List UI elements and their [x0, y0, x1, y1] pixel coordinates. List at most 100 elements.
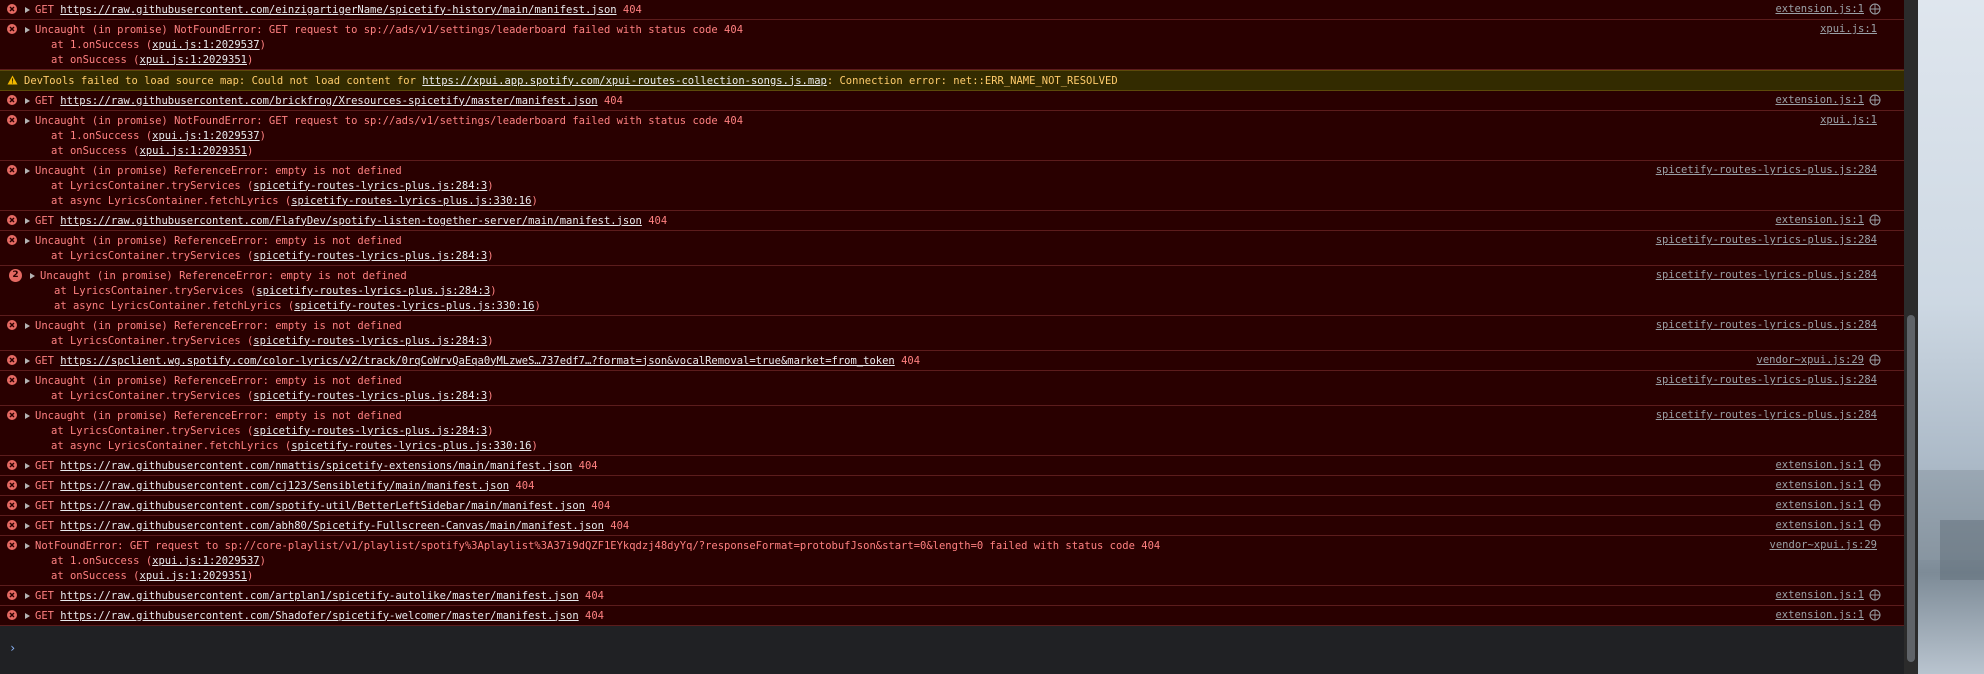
console-error-message[interactable]: GET https://raw.githubusercontent.com/Fl… — [0, 211, 1904, 231]
stack-frame-link[interactable]: spicetify-routes-lyrics-plus.js:284:3 — [256, 285, 490, 297]
console-error-message[interactable]: NotFoundError: GET request to sp://core-… — [0, 536, 1904, 586]
console-error-message[interactable]: GET https://raw.githubusercontent.com/ar… — [0, 586, 1904, 606]
expand-triangle-icon[interactable] — [25, 482, 30, 489]
source-location-link[interactable]: extension.js:1 — [1775, 458, 1864, 473]
source-location-link[interactable]: xpui.js:1 — [1820, 22, 1877, 37]
source-location-link[interactable]: spicetify-routes-lyrics-plus.js:284 — [1656, 318, 1877, 333]
request-url-link[interactable]: https://raw.githubusercontent.com/spotif… — [60, 500, 585, 512]
stack-frame-link[interactable]: xpui.js:1:2029351 — [140, 570, 247, 582]
stack-frame-link[interactable]: spicetify-routes-lyrics-plus.js:284:3 — [253, 250, 487, 262]
network-request-icon[interactable] — [1869, 589, 1881, 601]
request-url-link[interactable]: https://raw.githubusercontent.com/nmatti… — [60, 460, 572, 472]
console-scrollbar[interactable] — [1904, 0, 1918, 674]
console-error-message[interactable]: Uncaught (in promise) ReferenceError: em… — [0, 371, 1904, 406]
console-error-message[interactable]: GET https://raw.githubusercontent.com/br… — [0, 91, 1904, 111]
expand-triangle-icon[interactable] — [25, 502, 30, 509]
expand-triangle-icon[interactable] — [25, 167, 30, 174]
stack-frame-link[interactable]: xpui.js:1:2029537 — [152, 555, 259, 567]
expand-triangle-icon[interactable] — [25, 412, 30, 419]
console-error-message[interactable]: GET https://raw.githubusercontent.com/sp… — [0, 496, 1904, 516]
network-request-icon[interactable] — [1869, 459, 1881, 471]
stack-frame-link[interactable]: spicetify-routes-lyrics-plus.js:284:3 — [253, 180, 487, 192]
expand-triangle-icon[interactable] — [25, 542, 30, 549]
source-location-link[interactable]: vendor~xpui.js:29 — [1770, 538, 1877, 553]
stack-frame-link[interactable]: xpui.js:1:2029351 — [140, 145, 247, 157]
request-url-link[interactable]: https://raw.githubusercontent.com/abh80/… — [60, 520, 604, 532]
console-error-message[interactable]: 2 Uncaught (in promise) ReferenceError: e… — [0, 266, 1904, 316]
expand-triangle-icon[interactable] — [25, 6, 30, 13]
console-error-message[interactable]: GET https://raw.githubusercontent.com/ab… — [0, 516, 1904, 536]
expand-triangle-icon[interactable] — [25, 462, 30, 469]
console-error-message[interactable]: Uncaught (in promise) ReferenceError: em… — [0, 406, 1904, 456]
stack-frame-link[interactable]: xpui.js:1:2029351 — [140, 54, 247, 66]
console-error-message[interactable]: Uncaught (in promise) ReferenceError: em… — [0, 316, 1904, 351]
expand-triangle-icon[interactable] — [25, 357, 30, 364]
request-url-link[interactable]: https://raw.githubusercontent.com/brickf… — [60, 95, 597, 107]
stack-frame-link[interactable]: spicetify-routes-lyrics-plus.js:284:3 — [253, 425, 487, 437]
message-text: GET — [35, 459, 61, 472]
request-url-link[interactable]: https://raw.githubusercontent.com/Shadof… — [60, 610, 578, 622]
console-error-message[interactable]: GET https://raw.githubusercontent.com/Sh… — [0, 606, 1904, 626]
console-error-message[interactable]: Uncaught (in promise) NotFoundError: GET… — [0, 20, 1904, 70]
request-url-link[interactable]: https://raw.githubusercontent.com/einzig… — [60, 4, 616, 16]
source-location-link[interactable]: extension.js:1 — [1775, 608, 1864, 623]
stack-frame-text: ) — [246, 144, 254, 157]
expand-triangle-icon[interactable] — [25, 377, 30, 384]
source-location-link[interactable]: extension.js:1 — [1775, 2, 1864, 17]
stack-frame-link[interactable]: spicetify-routes-lyrics-plus.js:284:3 — [253, 335, 487, 347]
source-location-link[interactable]: extension.js:1 — [1775, 588, 1864, 603]
stack-frame-link[interactable]: spicetify-routes-lyrics-plus.js:330:16 — [294, 300, 534, 312]
source-location-link[interactable]: spicetify-routes-lyrics-plus.js:284 — [1656, 373, 1877, 388]
network-request-icon[interactable] — [1869, 214, 1881, 226]
network-request-icon[interactable] — [1869, 519, 1881, 531]
stack-frame-link[interactable]: xpui.js:1:2029537 — [152, 130, 259, 142]
source-location-link[interactable]: extension.js:1 — [1775, 478, 1864, 493]
source-location-link[interactable]: spicetify-routes-lyrics-plus.js:284 — [1656, 408, 1877, 423]
expand-triangle-icon[interactable] — [25, 117, 30, 124]
stack-frame-link[interactable]: spicetify-routes-lyrics-plus.js:330:16 — [291, 195, 531, 207]
expand-triangle-icon[interactable] — [25, 522, 30, 529]
network-request-icon[interactable] — [1869, 499, 1881, 511]
expand-triangle-icon[interactable] — [25, 237, 30, 244]
source-location-link[interactable]: extension.js:1 — [1775, 518, 1864, 533]
stack-frame-link[interactable]: spicetify-routes-lyrics-plus.js:284:3 — [253, 390, 487, 402]
expand-triangle-icon[interactable] — [25, 322, 30, 329]
network-request-icon[interactable] — [1869, 479, 1881, 491]
console-error-message[interactable]: Uncaught (in promise) ReferenceError: em… — [0, 161, 1904, 211]
expand-triangle-icon[interactable] — [25, 612, 30, 619]
network-request-icon[interactable] — [1869, 354, 1881, 366]
source-location-link[interactable]: extension.js:1 — [1775, 213, 1864, 228]
network-request-icon[interactable] — [1869, 609, 1881, 621]
expand-triangle-icon[interactable] — [25, 26, 30, 33]
request-url-link[interactable]: https://raw.githubusercontent.com/artpla… — [60, 590, 578, 602]
error-icon — [7, 165, 17, 175]
scroll-thumb[interactable] — [1907, 315, 1915, 662]
expand-triangle-icon[interactable] — [25, 97, 30, 104]
source-location-link[interactable]: extension.js:1 — [1775, 93, 1864, 108]
source-location-link[interactable]: spicetify-routes-lyrics-plus.js:284 — [1656, 233, 1877, 248]
console-error-message[interactable]: GET https://raw.githubusercontent.com/nm… — [0, 456, 1904, 476]
source-location-link[interactable]: spicetify-routes-lyrics-plus.js:284 — [1656, 163, 1877, 178]
request-url-link[interactable]: https://raw.githubusercontent.com/cj123/… — [60, 480, 509, 492]
source-location-link[interactable]: spicetify-routes-lyrics-plus.js:284 — [1656, 268, 1877, 283]
console-prompt[interactable]: › — [0, 637, 1904, 674]
console-error-message[interactable]: GET https://spclient.wg.spotify.com/colo… — [0, 351, 1904, 371]
source-location-link[interactable]: vendor~xpui.js:29 — [1757, 353, 1864, 368]
console-warning-message[interactable]: DevTools failed to load source map: Coul… — [0, 70, 1904, 91]
console-error-message[interactable]: Uncaught (in promise) NotFoundError: GET… — [0, 111, 1904, 161]
request-url-link[interactable]: https://raw.githubusercontent.com/FlafyD… — [60, 215, 642, 227]
expand-triangle-icon[interactable] — [25, 592, 30, 599]
console-error-message[interactable]: GET https://raw.githubusercontent.com/cj… — [0, 476, 1904, 496]
console-error-message[interactable]: Uncaught (in promise) ReferenceError: em… — [0, 231, 1904, 266]
source-location-link[interactable]: extension.js:1 — [1775, 498, 1864, 513]
expand-triangle-icon[interactable] — [30, 272, 35, 279]
stack-frame-link[interactable]: xpui.js:1:2029537 — [152, 39, 259, 51]
console-error-message[interactable]: GET https://raw.githubusercontent.com/ei… — [0, 0, 1904, 20]
source-location-link[interactable]: xpui.js:1 — [1820, 113, 1877, 128]
network-request-icon[interactable] — [1869, 3, 1881, 15]
network-request-icon[interactable] — [1869, 94, 1881, 106]
stack-frame-link[interactable]: spicetify-routes-lyrics-plus.js:330:16 — [291, 440, 531, 452]
source-map-link[interactable]: https://xpui.app.spotify.com/xpui-routes… — [422, 75, 827, 87]
request-url-link[interactable]: https://spclient.wg.spotify.com/color-ly… — [60, 355, 894, 367]
expand-triangle-icon[interactable] — [25, 217, 30, 224]
